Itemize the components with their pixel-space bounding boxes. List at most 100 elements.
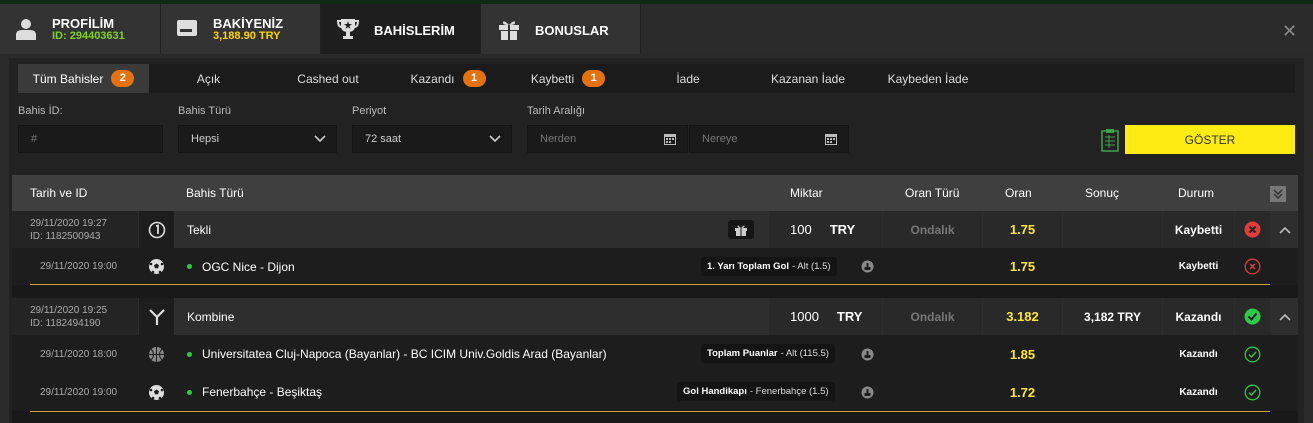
tab-open[interactable]: Açık [149, 64, 268, 93]
collapse-all-icon[interactable] [1270, 186, 1286, 202]
amount-cell: 1000 TRY [769, 298, 882, 335]
date-to-input[interactable]: Nereye [689, 125, 849, 153]
show-button[interactable]: GÖSTER [1125, 125, 1295, 154]
date-from-input[interactable]: Nerden [527, 125, 688, 153]
sport-icon-cell [139, 335, 174, 373]
stats-icon-cell [857, 335, 877, 373]
soccer-ball-icon [149, 384, 164, 400]
close-icon[interactable]: ✕ [1282, 21, 1297, 42]
bet-currency: TRY [836, 309, 863, 324]
gift-badge[interactable] [728, 220, 754, 239]
selection-status-cell: Kaybetti [1163, 248, 1234, 285]
selection-match-cell: Universitatea Cluj-Napoca (Bayanlar) - B… [187, 335, 707, 373]
nav-profile[interactable]: PROFİLİM ID: 294403631 [0, 4, 161, 54]
tab-refund[interactable]: İade [628, 64, 748, 93]
col-status: Durum [1178, 186, 1215, 200]
tab-lost[interactable]: Kaybetti 1 [508, 64, 628, 93]
selection-status-cell: Kazandı [1163, 335, 1234, 373]
bet-type-value: Hepsi [191, 133, 220, 145]
stats-icon-cell [857, 248, 877, 285]
bet-row[interactable]: 29/11/2020 19:27 ID: 1182500943 Tekli 10… [12, 211, 1298, 248]
selection-status-icon-cell [1235, 335, 1270, 373]
table-header: Tarih ve ID Bahis Türü Miktar Oran Türü … [12, 175, 1298, 211]
sport-icon-cell [139, 373, 174, 411]
tab-won-label: Kazandı [410, 71, 455, 86]
chevron-down-icon [489, 135, 501, 143]
stats-icon[interactable] [861, 386, 874, 399]
selection-match-cell: OGC Nice - Dijon [187, 248, 747, 285]
selection-status-icon-cell [1235, 373, 1270, 411]
nav-bonuses-title: BONUSLAR [535, 23, 609, 38]
live-dot [187, 351, 192, 357]
selection-status: Kazandı [1179, 386, 1218, 398]
tab-all-bets[interactable]: Tüm Bahisler 2 [18, 64, 149, 93]
market-badge: Gol Handikapı - Fenerbahçe (1.5) [677, 382, 835, 401]
col-odds: Oran [1005, 186, 1032, 200]
lost-outline-icon [1244, 258, 1261, 275]
selection-odds-cell: 1.85 [983, 335, 1062, 373]
user-icon [16, 19, 36, 40]
chevron-down-icon [314, 135, 326, 143]
col-bet-type: Bahis Türü [186, 186, 244, 200]
collapse-cell[interactable] [1271, 211, 1298, 248]
period-select[interactable]: 72 saat [352, 125, 512, 153]
tab-cashed-out[interactable]: Cashed out [268, 64, 388, 93]
bet-type-select[interactable]: Hepsi [178, 125, 337, 153]
amount-cell: 100 TRY [769, 211, 882, 248]
bet-separator [30, 284, 1270, 285]
stats-icon[interactable] [861, 348, 874, 361]
live-dot [187, 389, 192, 395]
selection-odds: 1.85 [1009, 346, 1036, 362]
spreadsheet-icon[interactable] [1101, 128, 1119, 152]
sport-icon-cell [139, 248, 174, 285]
tab-lost-refund[interactable]: Kaybeden İade [868, 64, 988, 93]
bet-status: Kazandı [1175, 309, 1222, 324]
tab-won-refund-label: Kazanan İade [770, 71, 846, 86]
tab-open-label: Açık [196, 71, 221, 86]
nav-balance[interactable]: BAKİYENİZ 3,188.90 TRY [161, 4, 321, 54]
bet-type: Tekli [187, 222, 212, 237]
bet-status: Kaybetti [1174, 222, 1223, 237]
my-bets-panel: Tüm Bahisler 2 Açık Cashed out Kazandı 1 K… [9, 58, 1304, 423]
bet-id: ID: 1182494190 [30, 317, 101, 329]
odds-cell: 1.75 [983, 211, 1062, 248]
combo-bet-icon [148, 308, 165, 325]
period-label: Periyot [352, 105, 387, 117]
market-pick: - Alt (115.5) [780, 348, 829, 359]
calendar-icon[interactable] [825, 133, 837, 145]
nav-bonuses[interactable]: BONUSLAR [481, 4, 641, 54]
tab-won[interactable]: Kazandı 1 [388, 64, 508, 93]
bet-amount: 100 [790, 222, 812, 237]
market-name: Gol Handikapı [683, 386, 747, 397]
period-value: 72 saat [365, 133, 402, 145]
calendar-icon[interactable] [664, 133, 676, 145]
nav-profile-title: PROFİLİM [52, 16, 115, 31]
collapse-cell[interactable] [1271, 298, 1298, 335]
status-icon-cell [1235, 298, 1270, 335]
market-name: Toplam Puanlar [707, 348, 778, 359]
live-dot [187, 264, 192, 269]
selection-row: 29/11/2020 19:00 Fenerbahçe - Beşiktaş G… [12, 373, 1298, 411]
result-cell: 3,182 TRY [1063, 298, 1162, 335]
tab-lost-label: Kaybetti [530, 71, 575, 86]
basketball-icon [149, 346, 164, 362]
tab-lost-refund-label: Kaybeden İade [887, 71, 969, 86]
combo-bet-icon-cell [139, 298, 174, 335]
bet-row[interactable]: 29/11/2020 19:25 ID: 1182494190 Kombine … [12, 298, 1298, 335]
chevron-up-icon [1278, 226, 1291, 234]
status-cell: Kazandı [1163, 298, 1234, 335]
stats-icon[interactable] [861, 260, 874, 273]
bet-id: ID: 1182500943 [30, 230, 101, 242]
nav-balance-title: BAKİYENİZ [213, 16, 284, 31]
status-cell: Kaybetti [1163, 211, 1234, 248]
tab-won-refund[interactable]: Kazanan İade [748, 64, 868, 93]
selection-status: Kaybetti [1178, 261, 1219, 272]
chevron-up-icon [1278, 313, 1291, 321]
bet-id-input[interactable]: # [18, 125, 163, 153]
col-date-id: Tarih ve ID [30, 186, 88, 200]
tab-won-badge: 1 [462, 70, 486, 87]
bet-date-cell: 29/11/2020 19:25 ID: 1182494190 [12, 298, 138, 335]
odds-cell: 3.182 [983, 298, 1062, 335]
selection-status: Kazandı [1179, 348, 1218, 360]
nav-my-bets[interactable]: BAHİSLERİM [321, 4, 481, 54]
